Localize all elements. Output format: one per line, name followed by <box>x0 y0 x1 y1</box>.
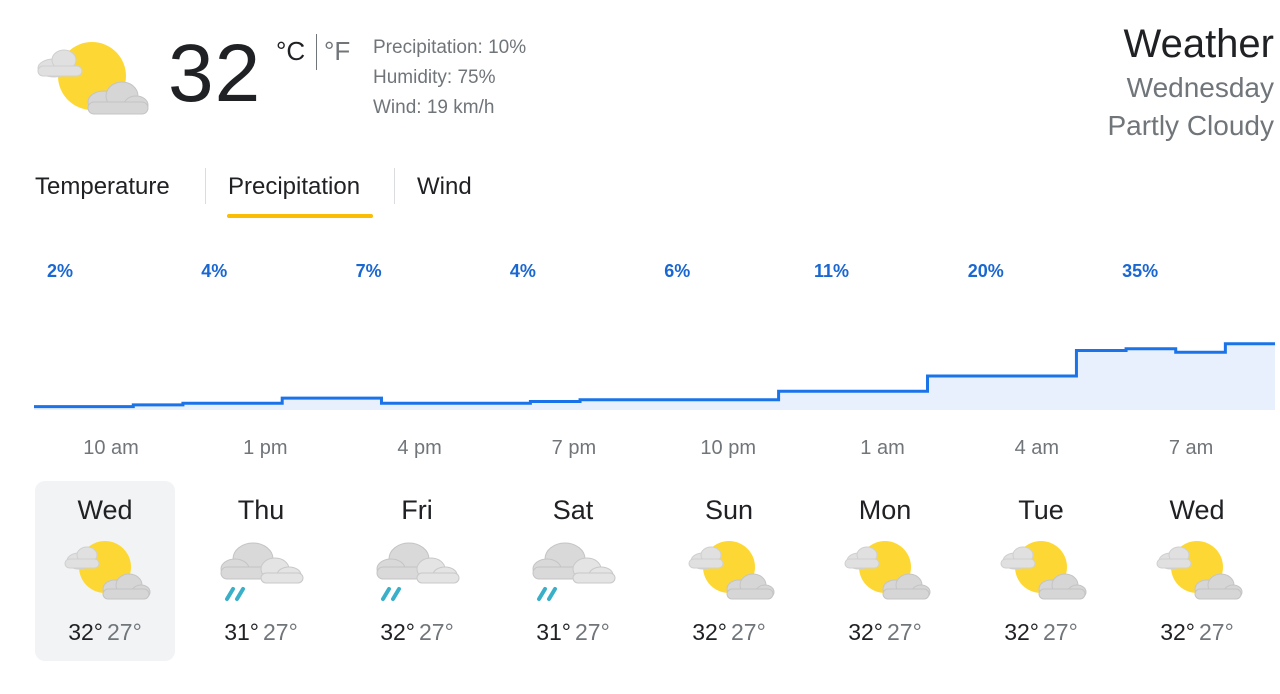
partly-cloudy-icon <box>1000 541 1087 600</box>
low-temp: 27° <box>1043 619 1078 645</box>
low-temp: 27° <box>575 619 610 645</box>
rain-icon <box>220 542 304 601</box>
time-tick-label: 7 pm <box>552 437 596 459</box>
forecast-day-name: Fri <box>401 495 433 525</box>
precip-value-label: 4% <box>201 261 227 281</box>
partly-cloudy-icon <box>844 541 931 600</box>
high-temp: 32° <box>380 619 415 645</box>
current-temperature: 32 <box>168 28 262 119</box>
precip-value-label: 4% <box>510 261 536 281</box>
partly-cloudy-icon <box>688 541 775 600</box>
time-tick-label: 1 am <box>860 437 904 459</box>
forecast-day-name: Sun <box>704 495 754 525</box>
time-tick-label: 10 pm <box>700 437 756 459</box>
precip-value-label: 35% <box>1122 261 1158 281</box>
precip-value-label: 6% <box>664 261 690 281</box>
high-temp: 32° <box>848 619 883 645</box>
tab-temperature[interactable]: Temperature <box>35 172 170 202</box>
active-tab-indicator <box>227 214 373 218</box>
low-temp: 27° <box>731 619 766 645</box>
low-temp: 27° <box>263 619 298 645</box>
time-tick-label: 4 pm <box>397 437 441 459</box>
forecast-day-2[interactable]: Fri 32° 27° <box>347 481 487 661</box>
rain-icon <box>532 542 616 601</box>
forecast-day-name: Sat <box>552 495 594 525</box>
time-tick-label: 7 am <box>1169 437 1213 459</box>
humidity-detail: Humidity: 75% <box>373 67 496 88</box>
precip-value-label: 11% <box>814 261 849 281</box>
forecast-day-name: Wed <box>1169 495 1225 525</box>
low-temp: 27° <box>887 619 922 645</box>
tab-divider <box>394 168 395 204</box>
forecast-day-3[interactable]: Sat 31° 27° <box>503 481 643 661</box>
high-temp: 31° <box>536 619 571 645</box>
forecast-day-7[interactable]: Wed 32° 27° <box>1127 481 1267 661</box>
precip-value-label: 2% <box>47 261 73 281</box>
partly-cloudy-icon <box>1156 541 1243 600</box>
tab-divider <box>205 168 206 204</box>
high-temp: 32° <box>1004 619 1039 645</box>
forecast-day-name: Thu <box>237 495 285 525</box>
forecast-day-1[interactable]: Thu 31° 27° <box>191 481 331 661</box>
high-temp: 32° <box>692 619 727 645</box>
precip-value-label: 7% <box>356 261 382 281</box>
forecast-temps: 31° 27° <box>503 619 643 646</box>
forecast-temps: 32° 27° <box>815 619 955 646</box>
partly-cloudy-icon <box>64 541 151 600</box>
forecast-day-5[interactable]: Mon 32° 27° <box>815 481 955 661</box>
forecast-day-name: Wed <box>77 495 133 525</box>
forecast-temps: 32° 27° <box>347 619 487 646</box>
forecast-day-6[interactable]: Tue 32° 27° <box>971 481 1111 661</box>
forecast-day-name: Mon <box>858 495 912 525</box>
tab-precipitation[interactable]: Precipitation <box>228 172 360 202</box>
forecast-day-name: Tue <box>1018 495 1064 525</box>
forecast-temps: 32° 27° <box>971 619 1111 646</box>
forecast-day-0[interactable]: Wed 32° 27° <box>35 481 175 661</box>
current-day: Wednesday <box>1126 72 1274 103</box>
unit-divider <box>316 34 317 70</box>
precip-value-label: 20% <box>968 261 1004 281</box>
forecast-temps: 32° 27° <box>659 619 799 646</box>
low-temp: 27° <box>1199 619 1234 645</box>
low-temp: 27° <box>107 619 142 645</box>
forecast-temps: 32° 27° <box>35 619 175 646</box>
precipitation-detail: Precipitation: 10% <box>373 37 527 58</box>
rain-icon <box>376 542 460 601</box>
forecast-temps: 32° 27° <box>1127 619 1267 646</box>
wind-detail: Wind: 19 km/h <box>373 97 495 118</box>
low-temp: 27° <box>419 619 454 645</box>
weather-title: Weather <box>1123 22 1274 66</box>
tab-wind[interactable]: Wind <box>417 172 472 202</box>
precipitation-chart[interactable]: 2% 4% 7% 4% 6% 11% 20% 35% 10 am 1 pm 4 pm 7 pm 10 p… <box>0 240 1280 470</box>
time-tick-label: 4 am <box>1015 437 1059 459</box>
fahrenheit-toggle[interactable]: °F <box>324 36 350 67</box>
time-tick-label: 1 pm <box>243 437 287 459</box>
high-temp: 31° <box>224 619 259 645</box>
current-condition: Partly Cloudy <box>1107 110 1274 141</box>
high-temp: 32° <box>1160 619 1195 645</box>
celsius-toggle[interactable]: °C <box>276 36 305 67</box>
time-tick-label: 10 am <box>83 437 139 459</box>
partly-cloudy-icon <box>37 42 149 115</box>
forecast-day-4[interactable]: Sun 32° 27° <box>659 481 799 661</box>
high-temp: 32° <box>68 619 103 645</box>
forecast-temps: 31° 27° <box>191 619 331 646</box>
